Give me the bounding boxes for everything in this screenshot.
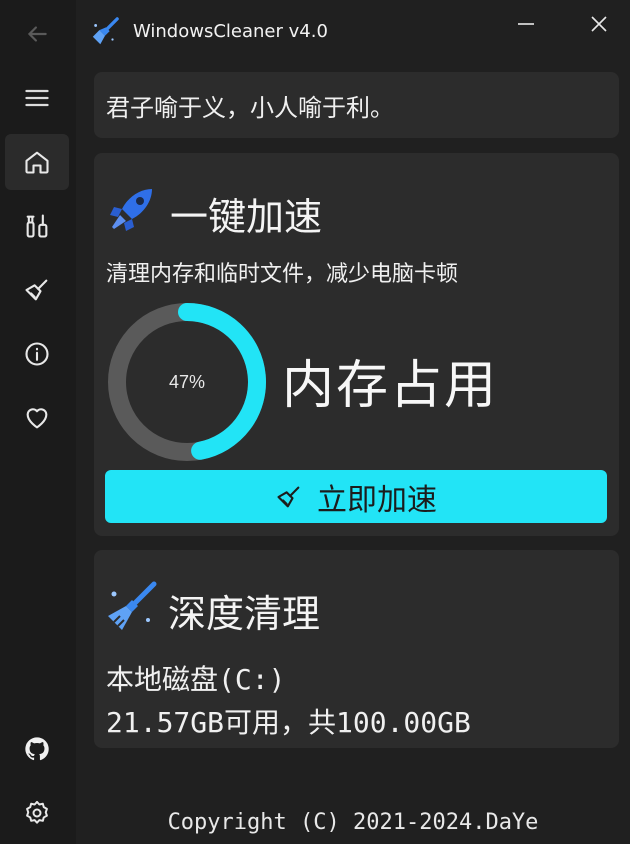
broom-icon (25, 279, 48, 301)
tools-icon (26, 214, 48, 238)
heart-icon (26, 408, 48, 429)
boost-now-label: 立即加速 (317, 482, 437, 518)
info-icon (25, 342, 49, 366)
minimize-icon (518, 23, 534, 25)
menu-icon (25, 89, 49, 107)
boost-description: 清理内存和临时文件，减少电脑卡顿 (106, 262, 459, 287)
quote-text: 君子喻于义，小人喻于利。 (106, 94, 394, 122)
minimize-button[interactable] (503, 4, 549, 44)
app-title: WindowsCleaner v4.0 (133, 21, 328, 42)
boost-title: 一键加速 (170, 195, 323, 239)
close-icon (591, 16, 607, 32)
deep-clean-title: 深度清理 (168, 592, 321, 636)
title-bar: WindowsCleaner v4.0 (76, 0, 630, 64)
quote-card: 君子喻于义，小人喻于利。 (94, 72, 619, 138)
nav-item-about[interactable] (5, 326, 69, 382)
github-icon (25, 737, 49, 761)
copyright-text: Copyright (C) 2021-2024.DaYe (167, 810, 539, 835)
app-logo-icon (92, 17, 119, 45)
menu-button[interactable] (5, 70, 69, 126)
github-button[interactable] (5, 721, 69, 777)
nav-item-tools[interactable] (5, 198, 69, 254)
home-icon (25, 151, 49, 174)
settings-button[interactable] (5, 785, 69, 841)
nav-item-clean[interactable] (5, 262, 69, 318)
nav-rail (0, 0, 76, 844)
memory-percent: 47% (168, 371, 206, 392)
deep-clean-card: 深度清理 本地磁盘(C:) 21.57GB可用，共100.00GB (94, 550, 619, 748)
close-button[interactable] (576, 4, 622, 44)
disk-name: 本地磁盘(C:) (106, 663, 286, 696)
deep-clean-broom-icon (108, 581, 157, 630)
nav-item-favorite[interactable] (5, 390, 69, 446)
back-button[interactable] (5, 6, 69, 62)
rocket-icon (110, 189, 152, 231)
boost-now-button[interactable]: 立即加速 (105, 470, 607, 523)
back-icon (27, 26, 47, 42)
disk-space: 21.57GB可用，共100.00GB (106, 706, 471, 739)
memory-label: 内存占用 (282, 356, 499, 416)
boost-card: 一键加速 清理内存和临时文件，减少电脑卡顿 47% 内存占用 立即加速 (94, 153, 619, 536)
nav-item-home[interactable] (5, 134, 69, 190)
broom-icon (277, 486, 300, 507)
settings-icon (26, 800, 48, 824)
